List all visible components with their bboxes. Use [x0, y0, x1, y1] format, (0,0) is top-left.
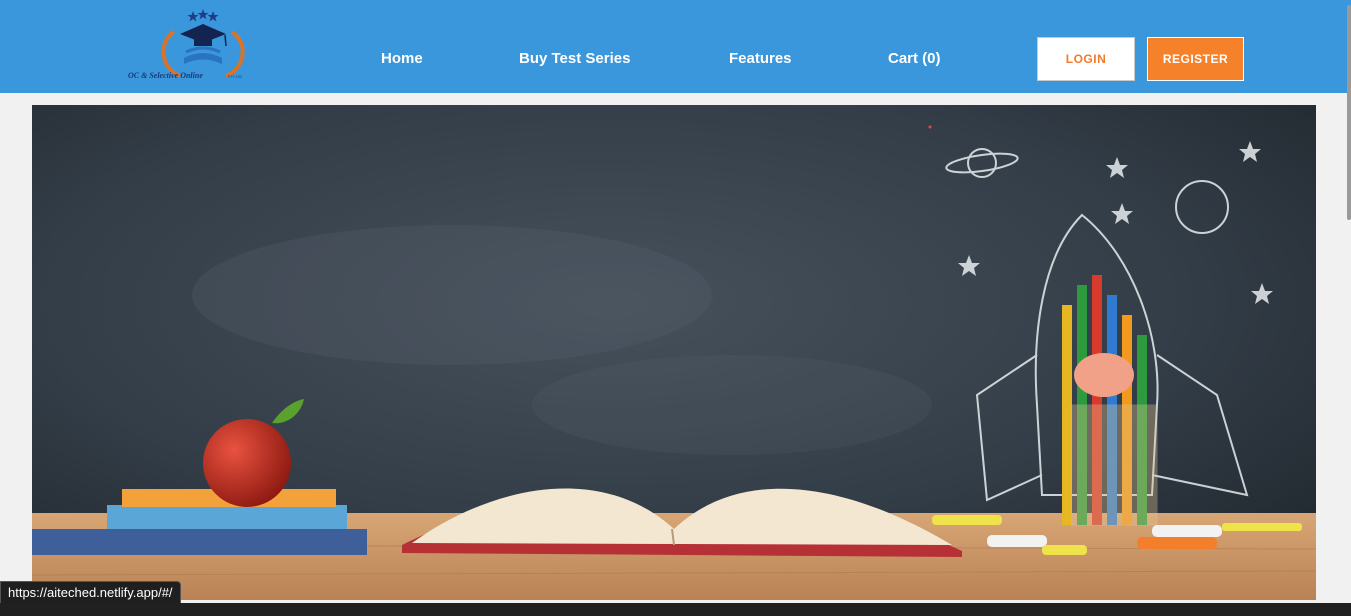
os-taskbar [0, 603, 1351, 616]
login-button[interactable]: LOGIN [1037, 37, 1135, 81]
nav-cart[interactable]: Cart (0) [888, 50, 941, 67]
brand-logo-text: OC & Selective Online [128, 71, 203, 80]
notebook-light-blue [107, 505, 347, 529]
nav-home[interactable]: Home [381, 50, 423, 67]
brand-logo-suffix: PTY LTD [228, 75, 243, 79]
navbar: OC & Selective Online PTY LTD Home Buy T… [0, 0, 1351, 93]
apple [203, 419, 291, 507]
nav-buy-test-series[interactable]: Buy Test Series [519, 50, 630, 67]
brand-logo[interactable]: OC & Selective Online PTY LTD [122, 6, 282, 84]
nav-features[interactable]: Features [729, 50, 792, 67]
status-bar-url: https://aiteched.netlify.app/#/ [0, 581, 181, 605]
register-button[interactable]: REGISTER [1147, 37, 1244, 81]
page-scrollbar[interactable] [1347, 5, 1351, 220]
notebook-blue [32, 529, 367, 555]
hero-banner-image [32, 105, 1316, 600]
logo-emblem-icon: OC & Selective Online PTY LTD [128, 9, 245, 80]
